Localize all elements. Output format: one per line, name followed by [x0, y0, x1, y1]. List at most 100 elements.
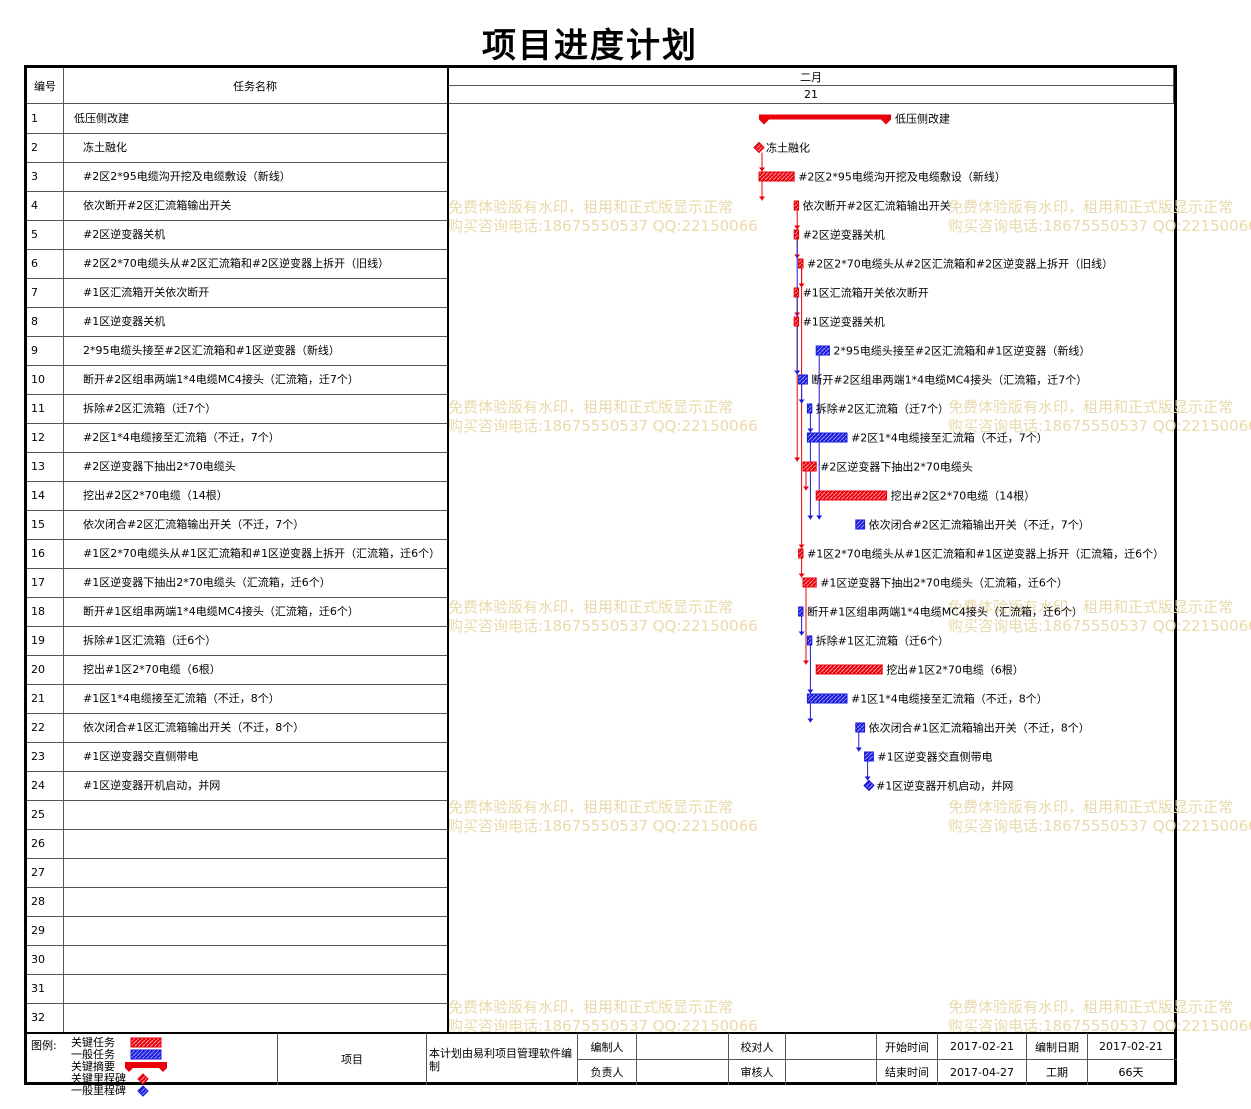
timeline-day: 21: [804, 88, 818, 101]
gantt-chart: 低压侧改建冻土融化 #2区2*95电缆沟开挖及电缆敷设（新线） 依次断开#2区汇流箱…: [753, 112, 1164, 793]
gantt-bar-label: 断开#1区组串两端1*4电缆MC4接头（汇流箱，迁6个）: [807, 605, 1083, 619]
table-row[interactable]: 22 依次闭合#1区汇流箱输出开关（不迁，8个）: [27, 713, 447, 743]
table-row[interactable]: 12 #2区1*4电缆接至汇流箱（不迁，7个）: [27, 423, 447, 453]
gantt-dependency-arrow: [803, 486, 809, 491]
gantt-task-bar: [793, 287, 800, 298]
table-row[interactable]: 6 #2区2*70电缆头从#2区汇流箱和#2区逆变器上拆开（旧线）: [27, 249, 447, 279]
table-row[interactable]: 26: [27, 829, 447, 859]
task-name: 低压侧改建: [74, 112, 129, 125]
legend-normal-milestone: 一般里程碑: [71, 1084, 126, 1097]
table-row[interactable]: 9 2*95电缆头接至#2区汇流箱和#1区逆变器（新线）: [27, 336, 447, 366]
footer-date-label: 编制日期: [1035, 1040, 1079, 1054]
table-row[interactable]: 23 #1区逆变器交直侧带电: [27, 742, 447, 772]
task-name: #2区逆变器关机: [83, 228, 166, 241]
gantt-task-bar: [806, 403, 813, 414]
task-number: 25: [31, 808, 45, 821]
task-name: #2区2*70电缆头从#2区汇流箱和#2区逆变器上拆开（旧线）: [83, 257, 390, 270]
task-number: 24: [31, 779, 45, 792]
table-row[interactable]: 15 依次闭合#2区汇流箱输出开关（不迁，7个）: [27, 510, 447, 540]
table-row[interactable]: 7 #1区汇流箱开关依次断开: [27, 278, 447, 308]
table-row[interactable]: 17 #1区逆变器下抽出2*70电缆头（汇流箱，迁6个）: [27, 568, 447, 598]
gantt-bar-label: #1区2*70电缆头从#1区汇流箱和#1区逆变器上拆开（汇流箱，迁6个）: [807, 547, 1164, 561]
task-name: 冻土融化: [83, 141, 127, 154]
task-number: 12: [31, 431, 45, 444]
gantt-bar-label: #1区逆变器开机启动，并网: [876, 779, 1013, 793]
footer-divider-4: [636, 1033, 637, 1085]
task-number: 27: [31, 866, 45, 879]
gantt-bar-label: 拆除#2区汇流箱（迁7个）: [816, 402, 949, 416]
gantt-dependency-arrow: [855, 747, 862, 752]
table-row[interactable]: 21 #1区1*4电缆接至汇流箱（不迁，8个）: [27, 684, 447, 714]
table-row[interactable]: 8 #1区逆变器关机: [27, 307, 447, 337]
table-row[interactable]: 25: [27, 800, 447, 830]
table-row[interactable]: 13 #2区逆变器下抽出2*70电缆头: [27, 452, 447, 482]
table-row[interactable]: 16 #1区2*70电缆头从#1区汇流箱和#1区逆变器上拆开（汇流箱，迁6个）: [27, 539, 447, 569]
gantt-dependency-arrow: [798, 631, 805, 636]
legend-normal-swatch: [130, 1049, 162, 1060]
task-name: 依次闭合#2区汇流箱输出开关（不迁，7个）: [83, 518, 305, 531]
table-row[interactable]: 11 拆除#2区汇流箱（迁7个）: [27, 394, 447, 424]
col-header-task-name: 任务名称: [233, 80, 277, 93]
task-name: 2*95电缆头接至#2区汇流箱和#1区逆变器（新线）: [83, 344, 340, 357]
task-number: 23: [31, 750, 45, 763]
footer-divider-6: [785, 1033, 786, 1085]
table-row[interactable]: 20 挖出#1区2*70电缆（6根）: [27, 655, 447, 685]
table-row[interactable]: 18 断开#1区组串两端1*4电缆MC4接头（汇流箱，迁6个）: [27, 597, 447, 627]
table-row[interactable]: 4 依次断开#2区汇流箱输出开关: [27, 191, 447, 221]
table-row[interactable]: 24 #1区逆变器开机启动，并网: [27, 771, 447, 801]
legend-swatches: [125, 1037, 167, 1097]
footer-software-note: 本计划由易利项目管理软件编制: [429, 1047, 572, 1073]
task-name: 拆除#2区汇流箱（迁7个）: [83, 402, 217, 415]
gantt-task-bar: [798, 374, 808, 385]
table-row[interactable]: 10 断开#2区组串两端1*4电缆MC4接头（汇流箱，迁7个）: [27, 365, 447, 395]
gantt-task-bar: [806, 432, 848, 443]
timeline-right-edge: [1173, 68, 1174, 104]
gantt-bar-label: 依次闭合#2区汇流箱输出开关（不迁，7个）: [869, 518, 1090, 532]
table-row[interactable]: 29: [27, 916, 447, 946]
gantt-bar-label: #2区1*4电缆接至汇流箱（不迁，7个）: [851, 431, 1048, 445]
task-number: 32: [31, 1011, 45, 1024]
task-name: 依次断开#2区汇流箱输出开关: [83, 199, 232, 212]
task-name: #1区2*70电缆头从#1区汇流箱和#1区逆变器上拆开（汇流箱，迁6个）: [83, 547, 441, 560]
table-row[interactable]: 31: [27, 974, 447, 1004]
footer-start-value: 2017-02-21: [950, 1040, 1014, 1053]
table-row[interactable]: 28: [27, 887, 447, 917]
gantt-task-bar: [793, 229, 800, 240]
table-row[interactable]: 1 低压侧改建: [27, 104, 447, 134]
gantt-task-bar: [815, 345, 830, 356]
table-row[interactable]: 19 拆除#1区汇流箱（迁6个）: [27, 626, 447, 656]
task-number: 3: [31, 170, 38, 183]
task-number: 31: [31, 982, 45, 995]
task-number: 1: [31, 112, 38, 125]
gantt-bar-label: #1区逆变器交直侧带电: [877, 750, 992, 764]
gantt-dependency-arrow: [794, 457, 801, 462]
gantt-task-bar: [806, 693, 848, 704]
footer-owner-label: 负责人: [590, 1066, 624, 1079]
footer-end-label: 结束时间: [885, 1066, 929, 1079]
table-row[interactable]: 2 冻土融化: [27, 133, 447, 163]
gantt-dependency-arrow: [798, 573, 805, 578]
table-row[interactable]: 14 挖出#2区2*70电缆（14根）: [27, 481, 447, 511]
task-number: 9: [31, 344, 38, 357]
gantt-bar-label: 断开#2区组串两端1*4电缆MC4接头（汇流箱，迁7个）: [811, 373, 1087, 387]
task-number: 6: [31, 257, 38, 270]
timeline-month: 二月: [800, 70, 822, 84]
gantt-task-bar: [802, 577, 817, 588]
gantt-dependency-arrow: [794, 225, 801, 230]
task-number: 29: [31, 924, 45, 937]
table-row[interactable]: 32: [27, 1003, 447, 1033]
task-number: 28: [31, 895, 45, 908]
gantt-task-bar: [798, 606, 804, 617]
task-number: 21: [31, 692, 45, 705]
gantt-bar-label: 拆除#1区汇流箱（迁6个）: [816, 634, 949, 648]
task-number: 13: [31, 460, 45, 473]
table-row[interactable]: 3 #2区2*95电缆沟开挖及电缆敷设（新线）: [27, 162, 447, 192]
table-row[interactable]: 30: [27, 945, 447, 975]
footer-duration-value: 66天: [1118, 1066, 1144, 1079]
task-number: 18: [31, 605, 45, 618]
gantt-task-bar: [855, 519, 866, 530]
table-row[interactable]: 27: [27, 858, 447, 888]
table-row[interactable]: 5 #2区逆变器关机: [27, 220, 447, 250]
gantt-bar-label: #2区2*95电缆沟开挖及电缆敷设（新线）: [798, 170, 1006, 184]
gantt-task-bar: [802, 461, 817, 472]
